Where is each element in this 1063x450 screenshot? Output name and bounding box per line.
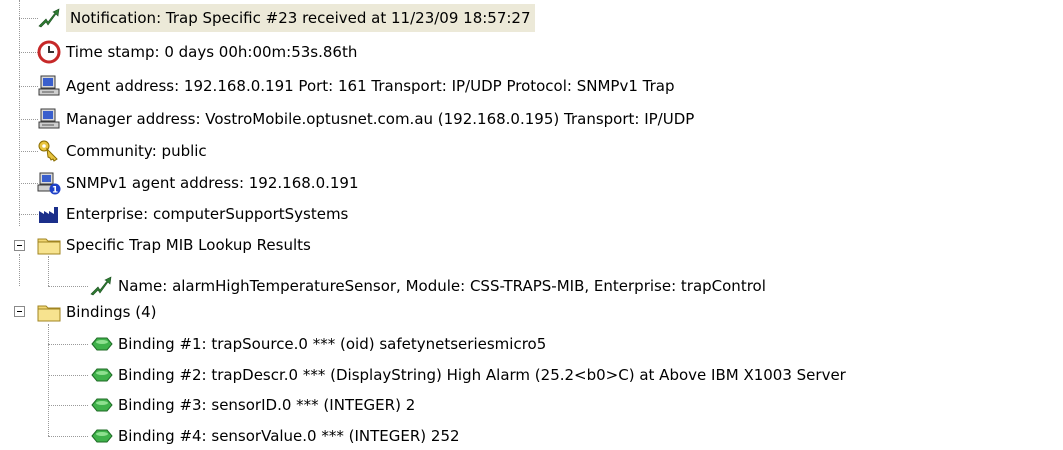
tree-item-binding[interactable]: Binding #2: trapDescr.0 *** (DisplayStri… xyxy=(88,361,846,389)
folder-icon xyxy=(36,232,62,258)
clock-icon xyxy=(36,39,62,65)
tree-item-label: Name: alarmHighTemperatureSensor, Module… xyxy=(118,277,766,295)
tree-item-notification[interactable]: Notification: Trap Specific #23 received… xyxy=(36,4,535,32)
tree-item-label: Binding #2: trapDescr.0 *** (DisplayStri… xyxy=(118,366,846,384)
tree-connector xyxy=(48,344,88,345)
collapse-toggle-bindings[interactable] xyxy=(14,306,25,317)
tree-item-label: Specific Trap MIB Lookup Results xyxy=(66,236,311,254)
trap-detail-tree: Notification: Trap Specific #23 received… xyxy=(0,0,1063,450)
tree-item-timestamp[interactable]: Time stamp: 0 days 00h:00m:53s.86th xyxy=(36,38,357,66)
svg-text:1: 1 xyxy=(52,186,58,196)
tree-item-label: SNMPv1 agent address: 192.168.0.191 xyxy=(66,174,359,192)
tree-connector xyxy=(48,436,88,437)
binding-icon xyxy=(88,331,114,357)
tree-connector xyxy=(48,286,88,287)
folder-icon xyxy=(36,299,62,325)
tree-connector xyxy=(48,405,88,406)
factory-icon xyxy=(36,201,62,227)
tree-item-binding[interactable]: Binding #3: sensorID.0 *** (INTEGER) 2 xyxy=(88,391,415,419)
tree-item-bindings-folder[interactable]: Bindings (4) xyxy=(36,298,157,326)
tree-item-snmpv1-agent[interactable]: 1 SNMPv1 agent address: 192.168.0.191 xyxy=(36,169,359,197)
computer-icon xyxy=(36,106,62,132)
tree-item-binding[interactable]: Binding #1: trapSource.0 *** (oid) safet… xyxy=(88,330,546,358)
tree-item-label: Community: public xyxy=(66,142,207,160)
tree-item-label: Binding #4: sensorValue.0 *** (INTEGER) … xyxy=(118,427,460,445)
computer-icon xyxy=(36,73,62,99)
tree-connector xyxy=(19,254,20,286)
tree-connector xyxy=(48,375,88,376)
tree-item-label: Enterprise: computerSupportSystems xyxy=(66,205,349,223)
tree-item-manager-address[interactable]: Manager address: VostroMobile.optusnet.c… xyxy=(36,105,694,133)
tree-connector xyxy=(48,256,49,286)
tree-item-enterprise[interactable]: Enterprise: computerSupportSystems xyxy=(36,200,348,228)
tree-item-label: Binding #1: trapSource.0 *** (oid) safet… xyxy=(118,335,547,353)
tree-connector xyxy=(48,324,49,436)
trap-lightning-icon xyxy=(88,273,114,299)
key-icon xyxy=(36,138,62,164)
tree-item-label: Bindings (4) xyxy=(66,303,157,321)
collapse-toggle-lookup[interactable] xyxy=(14,240,25,251)
tree-item-binding[interactable]: Binding #4: sensorValue.0 *** (INTEGER) … xyxy=(88,422,460,450)
trap-lightning-icon xyxy=(36,5,62,31)
tree-item-community[interactable]: Community: public xyxy=(36,137,207,165)
binding-icon xyxy=(88,423,114,449)
tree-item-label: Binding #3: sensorID.0 *** (INTEGER) 2 xyxy=(118,396,416,414)
tree-item-label: Agent address: 192.168.0.191 Port: 161 T… xyxy=(66,77,675,95)
tree-item-lookup-result[interactable]: Name: alarmHighTemperatureSensor, Module… xyxy=(88,272,766,300)
binding-icon xyxy=(88,392,114,418)
computer-badge-icon: 1 xyxy=(36,170,62,196)
tree-item-agent-address[interactable]: Agent address: 192.168.0.191 Port: 161 T… xyxy=(36,72,674,100)
tree-item-label: Notification: Trap Specific #23 received… xyxy=(66,4,535,32)
tree-connector xyxy=(19,0,20,226)
tree-item-lookup-folder[interactable]: Specific Trap MIB Lookup Results xyxy=(36,231,311,259)
tree-item-label: Time stamp: 0 days 00h:00m:53s.86th xyxy=(66,43,358,61)
binding-icon xyxy=(88,362,114,388)
tree-item-label: Manager address: VostroMobile.optusnet.c… xyxy=(66,110,695,128)
